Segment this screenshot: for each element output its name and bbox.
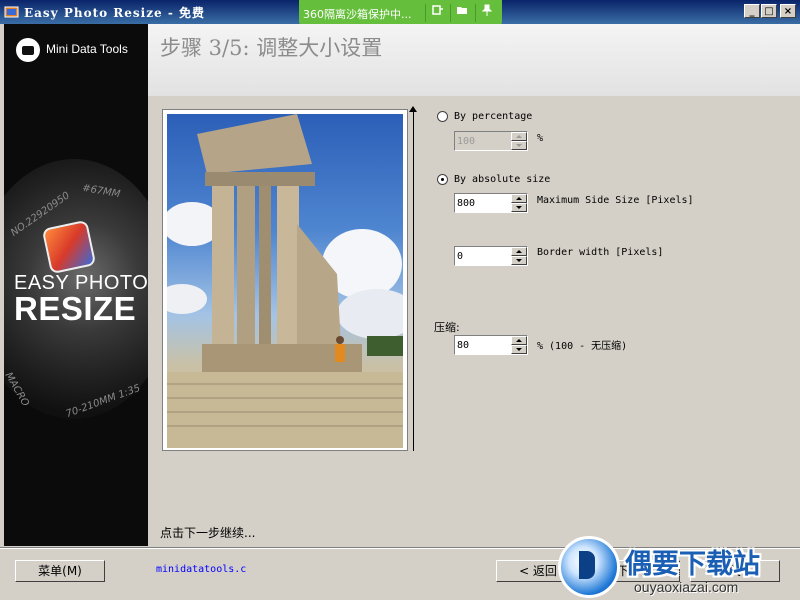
vertical-scrollbar[interactable] — [413, 109, 414, 451]
sandbox-overlay: 360隔离沙箱保护中... — [299, 0, 502, 27]
logo-text-line2: RESIZE — [14, 290, 137, 327]
maximize-button[interactable]: □ — [761, 4, 777, 18]
border-width-up-icon[interactable] — [511, 247, 527, 256]
thumbtack-icon[interactable] — [475, 4, 498, 22]
temple-ruins-image — [167, 114, 403, 448]
app-window: Easy Photo Resize - 免费 _ □ × 360隔离沙箱保护中.… — [0, 0, 800, 600]
border-width-down-icon[interactable] — [511, 256, 527, 265]
window-title: Easy Photo Resize - 免费 — [24, 6, 206, 20]
max-side-down-icon[interactable] — [511, 203, 527, 212]
preview-photo — [167, 114, 403, 448]
hint-text: 点击下一步继续... — [160, 526, 256, 540]
percentage-stepper[interactable] — [454, 131, 528, 151]
compression-stepper[interactable] — [454, 335, 528, 355]
minimize-button[interactable]: _ — [744, 4, 760, 18]
compression-down-icon[interactable] — [511, 345, 527, 354]
max-side-up-icon[interactable] — [511, 194, 527, 203]
compression-input[interactable] — [457, 337, 509, 353]
percentage-up-icon[interactable] — [511, 132, 527, 141]
max-side-stepper[interactable] — [454, 193, 528, 213]
compression-label: 压缩: — [434, 321, 460, 334]
border-width-input[interactable] — [457, 248, 509, 264]
by-percentage-radio[interactable] — [437, 111, 448, 122]
max-side-input[interactable] — [457, 195, 509, 211]
compression-up-icon[interactable] — [511, 336, 527, 345]
compression-unit-label: % (100 - 无压缩) — [537, 341, 628, 352]
percentage-input[interactable] — [457, 133, 509, 149]
camera-icon[interactable] — [16, 38, 40, 62]
border-width-stepper[interactable] — [454, 246, 528, 266]
percentage-unit: % — [537, 133, 544, 144]
watermark-text: 偶要下载站 — [625, 549, 760, 580]
close-button[interactable]: × — [780, 4, 796, 18]
website-link[interactable]: minidatatools.c — [156, 564, 246, 575]
wizard-header: 步骤 3/5: 调整大小设置 — [148, 24, 800, 96]
app-icon — [4, 6, 19, 18]
watermark-logo-icon — [558, 536, 620, 598]
by-absolute-radio[interactable] — [437, 174, 448, 185]
max-side-label: Maximum Side Size [Pixels] — [537, 195, 694, 206]
pin-icon[interactable] — [425, 4, 448, 22]
by-percentage-label: By percentage — [454, 111, 533, 122]
sandbox-status-text: 360隔离沙箱保护中... — [303, 8, 412, 21]
folder-icon[interactable] — [450, 4, 473, 22]
image-preview — [162, 109, 408, 451]
menu-button[interactable]: 菜单(M) — [15, 560, 105, 582]
sidebar-panel: Mini Data Tools NO.22920950 #67MM MACRO … — [4, 24, 148, 546]
watermark-url: ouyaoxiazai.com — [634, 579, 739, 595]
photo-logo-icon — [41, 219, 97, 275]
step-title: 步骤 3/5: 调整大小设置 — [160, 36, 383, 60]
percentage-down-icon[interactable] — [511, 141, 527, 150]
by-absolute-label: By absolute size — [454, 174, 551, 185]
brand-label: Mini Data Tools — [46, 42, 128, 56]
border-width-label: Border width [Pixels] — [537, 247, 664, 258]
